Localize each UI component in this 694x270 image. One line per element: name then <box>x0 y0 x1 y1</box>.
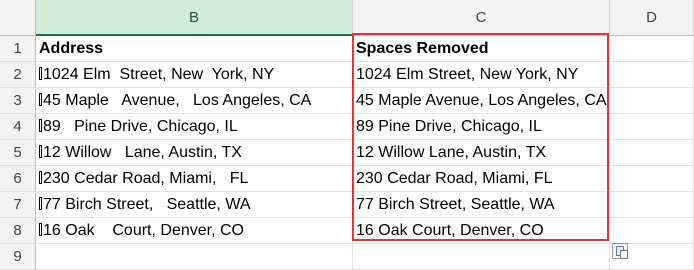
cell-c1[interactable]: Spaces Removed <box>353 36 610 62</box>
cell-c8[interactable]: 16 Oak Court, Denver, CO <box>353 218 610 244</box>
cell-c7[interactable]: 77 Birch Street, Seattle, WA <box>353 192 610 218</box>
nonprinting-char-glyph <box>39 197 42 210</box>
paste-options-icon[interactable] <box>612 243 628 259</box>
row-header-9[interactable]: 9 <box>0 244 36 270</box>
row-5: 12 Willow Lane, Austin, TX 12 Willow Lan… <box>36 140 694 166</box>
cell-d6[interactable] <box>610 166 694 192</box>
nonprinting-char-glyph <box>39 145 42 158</box>
cell-c4[interactable]: 89 Pine Drive, Chicago, IL <box>353 114 610 140</box>
address-text: 77 Birch Street, Seattle, WA <box>43 196 251 213</box>
row-1: Address Spaces Removed <box>36 36 694 62</box>
address-text: 45 Maple Avenue, Los Angeles, CA <box>43 92 312 109</box>
cell-c2[interactable]: 1024 Elm Street, New York, NY <box>353 62 610 88</box>
row-9 <box>36 244 694 270</box>
cell-b9[interactable] <box>36 244 353 270</box>
row-2: 1024 Elm Street, New York, NY 1024 Elm S… <box>36 62 694 88</box>
cell-d7[interactable] <box>610 192 694 218</box>
cell-c5[interactable]: 12 Willow Lane, Austin, TX <box>353 140 610 166</box>
row-header-1[interactable]: 1 <box>0 36 36 62</box>
row-header-2[interactable]: 2 <box>0 62 36 88</box>
cell-d2[interactable] <box>610 62 694 88</box>
cell-b2[interactable]: 1024 Elm Street, New York, NY <box>36 62 353 88</box>
sheet-shape <box>620 250 628 259</box>
address-text: 16 Oak Court, Denver, CO <box>43 222 244 239</box>
cell-b6[interactable]: 230 Cedar Road, Miami, FL <box>36 166 353 192</box>
address-text: 230 Cedar Road, Miami, FL <box>43 170 249 187</box>
cell-b1[interactable]: Address <box>36 36 353 62</box>
cell-b5[interactable]: 12 Willow Lane, Austin, TX <box>36 140 353 166</box>
cell-c6[interactable]: 230 Cedar Road, Miami, FL <box>353 166 610 192</box>
column-header-c[interactable]: C <box>353 0 610 36</box>
cell-b7[interactable]: 77 Birch Street, Seattle, WA <box>36 192 353 218</box>
cell-d4[interactable] <box>610 114 694 140</box>
row-header-5[interactable]: 5 <box>0 140 36 166</box>
row-3: 45 Maple Avenue, Los Angeles, CA 45 Mapl… <box>36 88 694 114</box>
row-header-7[interactable]: 7 <box>0 192 36 218</box>
nonprinting-char-glyph <box>39 93 42 106</box>
cell-d8[interactable] <box>610 218 694 244</box>
column-header-d[interactable]: D <box>610 0 694 36</box>
row-header-3[interactable]: 3 <box>0 88 36 114</box>
cell-d5[interactable] <box>610 140 694 166</box>
cell-c9[interactable] <box>353 244 610 270</box>
nonprinting-char-glyph <box>39 171 42 184</box>
row-6: 230 Cedar Road, Miami, FL 230 Cedar Road… <box>36 166 694 192</box>
row-8: 16 Oak Court, Denver, CO 16 Oak Court, D… <box>36 218 694 244</box>
address-text: 89 Pine Drive, Chicago, IL <box>43 118 238 135</box>
row-header-6[interactable]: 6 <box>0 166 36 192</box>
nonprinting-char-glyph <box>39 223 42 236</box>
column-header-b[interactable]: B <box>36 0 353 36</box>
cell-c3[interactable]: 45 Maple Avenue, Los Angeles, CA <box>353 88 610 114</box>
nonprinting-char-glyph <box>39 119 42 132</box>
cell-d3[interactable] <box>610 88 694 114</box>
select-all-corner[interactable] <box>0 0 36 36</box>
address-text: 12 Willow Lane, Austin, TX <box>43 144 242 161</box>
row-header-4[interactable]: 4 <box>0 114 36 140</box>
row-header-8[interactable]: 8 <box>0 218 36 244</box>
cell-b4[interactable]: 89 Pine Drive, Chicago, IL <box>36 114 353 140</box>
row-4: 89 Pine Drive, Chicago, IL 89 Pine Drive… <box>36 114 694 140</box>
row-7: 77 Birch Street, Seattle, WA 77 Birch St… <box>36 192 694 218</box>
nonprinting-char-glyph <box>39 67 42 80</box>
cell-b3[interactable]: 45 Maple Avenue, Los Angeles, CA <box>36 88 353 114</box>
cell-b8[interactable]: 16 Oak Court, Denver, CO <box>36 218 353 244</box>
spreadsheet-grid: B C D 1 2 3 4 5 6 7 8 9 Address Spaces R… <box>0 0 694 270</box>
cell-d1[interactable] <box>610 36 694 62</box>
address-text: 1024 Elm Street, New York, NY <box>43 66 275 83</box>
